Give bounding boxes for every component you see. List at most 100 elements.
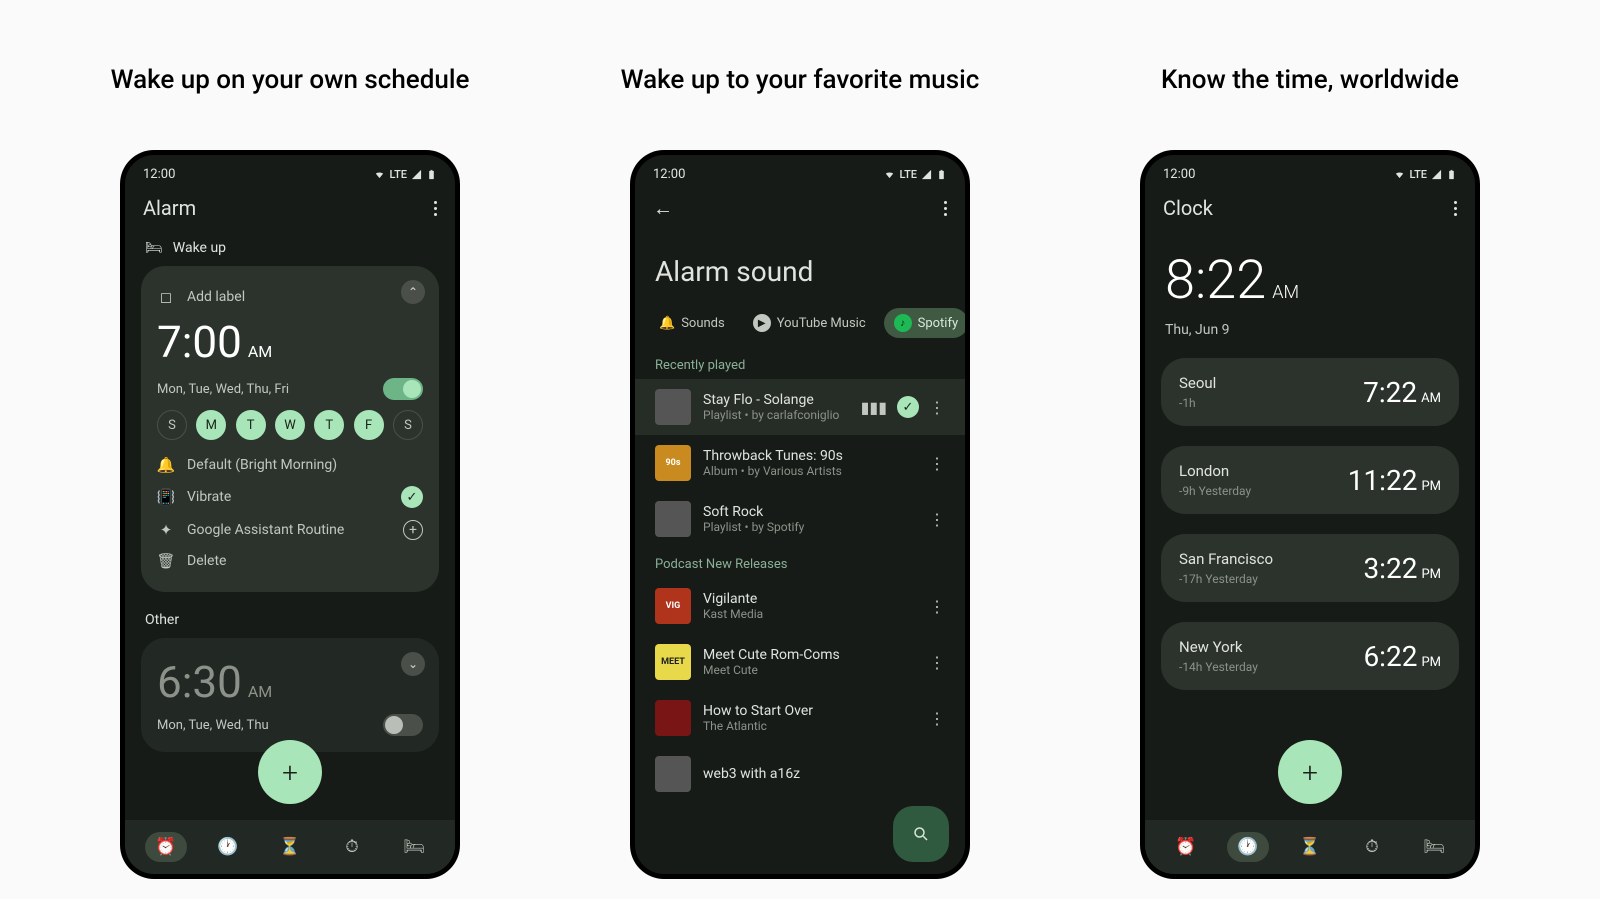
nav-clock[interactable]: 🕐 (1227, 832, 1269, 862)
panel-title: Wake up on your own schedule (111, 65, 470, 95)
page-title: Clock (1163, 196, 1213, 220)
back-button[interactable]: ← (653, 196, 673, 221)
track-menu-icon[interactable]: ⋮ (929, 510, 945, 529)
track-item[interactable]: VIG VigilanteKast Media ⋮ (635, 578, 965, 634)
wifi-icon (1394, 169, 1405, 180)
nav-clock[interactable]: 🕐 (207, 832, 249, 862)
nav-bedtime[interactable]: 🛏 (393, 832, 435, 862)
nav-bedtime[interactable]: 🛏 (1413, 832, 1455, 862)
bottom-nav: ⏰ 🕐 ⏳ ⏱ 🛏 (125, 820, 455, 874)
add-label-button[interactable]: ◻ Add label (157, 282, 423, 312)
bell-icon: 🔔 (157, 456, 175, 474)
spotify-icon: ♪ (894, 314, 912, 332)
nav-stopwatch[interactable]: ⏱ (331, 832, 373, 862)
album-art (655, 389, 691, 425)
album-art (655, 756, 691, 792)
day-sat[interactable]: S (393, 410, 423, 440)
overflow-menu-icon[interactable] (434, 201, 437, 216)
day-sun[interactable]: S (157, 410, 187, 440)
status-bar: 12:00 LTE (1145, 155, 1475, 186)
battery-icon (426, 169, 437, 180)
status-bar: 12:00 LTE (635, 155, 965, 186)
track-item[interactable]: 90s Throwback Tunes: 90sAlbum • by Vario… (635, 435, 965, 491)
panel-clock: Know the time, worldwide 12:00 LTE Clock… (1065, 20, 1555, 879)
overflow-menu-icon[interactable] (1454, 201, 1457, 216)
nav-stopwatch[interactable]: ⏱ (1351, 832, 1393, 862)
search-fab[interactable] (893, 806, 949, 862)
day-fri[interactable]: F (354, 410, 384, 440)
label-icon: ◻ (157, 288, 175, 306)
section-recent: Recently played (635, 348, 965, 379)
track-menu-icon[interactable]: ⋮ (929, 398, 945, 417)
expand-icon[interactable]: ⌄ (401, 652, 425, 676)
signal-icon (1431, 169, 1442, 180)
track-item[interactable]: Stay Flo - SolangePlaylist • by carlafco… (635, 379, 965, 435)
alarm-time-2: 6:30AM (157, 656, 272, 708)
vibrate-icon: 📳 (157, 488, 175, 506)
alarm-card-collapsed[interactable]: ⌄ 6:30AM Mon, Tue, Wed, Thu (141, 638, 439, 752)
delete-row[interactable]: 🗑 Delete (157, 546, 423, 576)
track-item[interactable]: MEET Meet Cute Rom-ComsMeet Cute ⋮ (635, 634, 965, 690)
phone-frame: 12:00 LTE Clock 8:22AM Thu, Jun 9 Seoul-… (1140, 150, 1480, 879)
nav-timer[interactable]: ⏳ (1289, 832, 1331, 862)
track-item[interactable]: How to Start OverThe Atlantic ⋮ (635, 690, 965, 746)
assistant-icon: ✦ (157, 521, 175, 539)
alarm-toggle-off[interactable] (383, 714, 423, 736)
overflow-menu-icon[interactable] (944, 201, 947, 216)
chip-sounds[interactable]: 🔔Sounds (649, 308, 735, 338)
vibrate-row[interactable]: 📳 Vibrate ✓ (157, 480, 423, 514)
local-date: Thu, Jun 9 (1165, 322, 1455, 338)
status-indicators: LTE (374, 168, 437, 181)
chip-youtube[interactable]: ▶YouTube Music (743, 308, 876, 338)
signal-icon (411, 169, 422, 180)
chip-spotify[interactable]: ♪Spotify (884, 308, 965, 338)
nav-alarm[interactable]: ⏰ (1165, 832, 1207, 862)
source-tabs: 🔔Sounds ▶YouTube Music ♪Spotify Ca (635, 308, 965, 348)
city-card[interactable]: Seoul-1h 7:22AM (1161, 358, 1459, 426)
panel-title: Know the time, worldwide (1161, 65, 1459, 95)
equalizer-icon: ▮▮▮ (861, 398, 887, 417)
city-card[interactable]: New York-14h Yesterday 6:22PM (1161, 622, 1459, 690)
check-icon: ✓ (401, 486, 423, 508)
nav-alarm[interactable]: ⏰ (145, 832, 187, 862)
album-art (655, 501, 691, 537)
track-item[interactable]: Soft RockPlaylist • by Spotify ⋮ (635, 491, 965, 547)
alarm-time[interactable]: 7:00AM (157, 316, 272, 368)
album-art: MEET (655, 644, 691, 680)
sound-row[interactable]: 🔔 Default (Bright Morning) (157, 450, 423, 480)
day-thu[interactable]: T (314, 410, 344, 440)
collapse-icon[interactable]: ⌃ (401, 280, 425, 304)
bed-icon: 🛏 (145, 240, 163, 256)
album-art: 90s (655, 445, 691, 481)
assistant-row[interactable]: ✦ Google Assistant Routine + (157, 514, 423, 546)
panel-sound: Wake up to your favorite music 12:00 LTE… (555, 20, 1045, 879)
local-time: 8:22AM (1165, 254, 1455, 308)
track-item[interactable]: web3 with a16z (635, 746, 965, 802)
section-other: Other (141, 606, 439, 638)
phone-frame: 12:00 LTE Alarm 🛏 Wake up ⌃ ◻ Add label (120, 150, 460, 879)
day-wed[interactable]: W (275, 410, 305, 440)
day-mon[interactable]: M (196, 410, 226, 440)
signal-icon (921, 169, 932, 180)
battery-icon (936, 169, 947, 180)
plus-icon: + (403, 520, 423, 540)
bell-icon: 🔔 (659, 316, 675, 331)
battery-icon (1446, 169, 1457, 180)
add-alarm-fab[interactable]: + (258, 740, 322, 804)
panel-title: Wake up to your favorite music (621, 65, 980, 95)
add-city-fab[interactable]: + (1278, 740, 1342, 804)
track-menu-icon[interactable]: ⋮ (929, 597, 945, 616)
check-icon: ✓ (897, 396, 919, 418)
wifi-icon (374, 169, 385, 180)
track-menu-icon[interactable]: ⋮ (929, 709, 945, 728)
nav-timer[interactable]: ⏳ (269, 832, 311, 862)
panel-alarm: Wake up on your own schedule 12:00 LTE A… (45, 20, 535, 879)
day-tue[interactable]: T (236, 410, 266, 440)
track-menu-icon[interactable]: ⋮ (929, 653, 945, 672)
track-menu-icon[interactable]: ⋮ (929, 454, 945, 473)
city-card[interactable]: London-9h Yesterday 11:22PM (1161, 446, 1459, 514)
city-card[interactable]: San Francisco-17h Yesterday 3:22PM (1161, 534, 1459, 602)
trash-icon: 🗑 (157, 552, 175, 570)
youtube-icon: ▶ (753, 314, 771, 332)
alarm-toggle[interactable] (383, 378, 423, 400)
